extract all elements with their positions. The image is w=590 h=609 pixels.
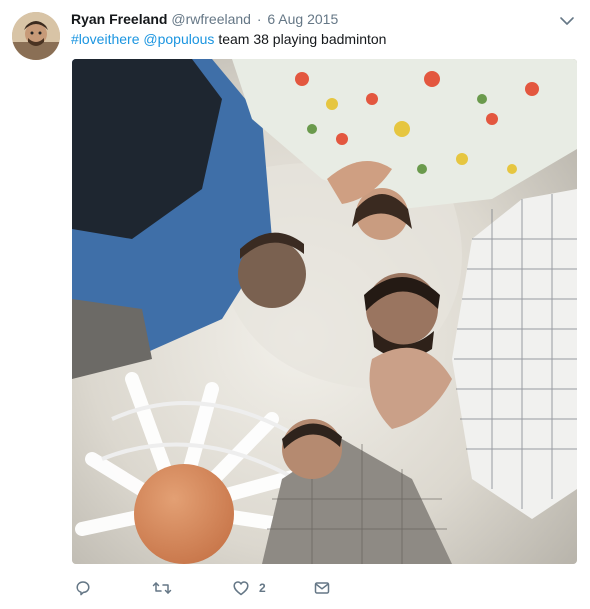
direct-message-button[interactable]: [313, 578, 331, 598]
tweet-actions: 2: [71, 578, 471, 598]
envelope-icon: [313, 579, 331, 597]
tweet-header: Ryan Freeland @rwfreeland · 6 Aug 2015: [71, 10, 338, 28]
chevron-down-icon[interactable]: [558, 12, 576, 30]
retweet-icon: [152, 579, 172, 597]
tweet-body: team 38 playing badminton: [218, 31, 387, 47]
tweet-date[interactable]: 6 Aug 2015: [267, 11, 338, 27]
reply-button[interactable]: [74, 578, 92, 598]
like-count: 2: [259, 581, 266, 595]
tweet-text: #loveithere @populous team 38 playing ba…: [71, 30, 386, 48]
separator: ·: [256, 11, 262, 27]
tweet-card[interactable]: Ryan Freeland @rwfreeland · 6 Aug 2015 #…: [0, 0, 590, 609]
user-handle[interactable]: @rwfreeland: [171, 11, 251, 27]
retweet-button[interactable]: [152, 578, 172, 598]
avatar[interactable]: [12, 12, 60, 60]
like-button[interactable]: 2: [232, 578, 266, 598]
mention-link[interactable]: @populous: [143, 31, 214, 47]
tweet-photo[interactable]: [72, 59, 577, 564]
reply-icon: [74, 579, 92, 597]
heart-icon: [232, 579, 250, 597]
display-name[interactable]: Ryan Freeland: [71, 11, 167, 27]
hashtag-link[interactable]: #loveithere: [71, 31, 140, 47]
